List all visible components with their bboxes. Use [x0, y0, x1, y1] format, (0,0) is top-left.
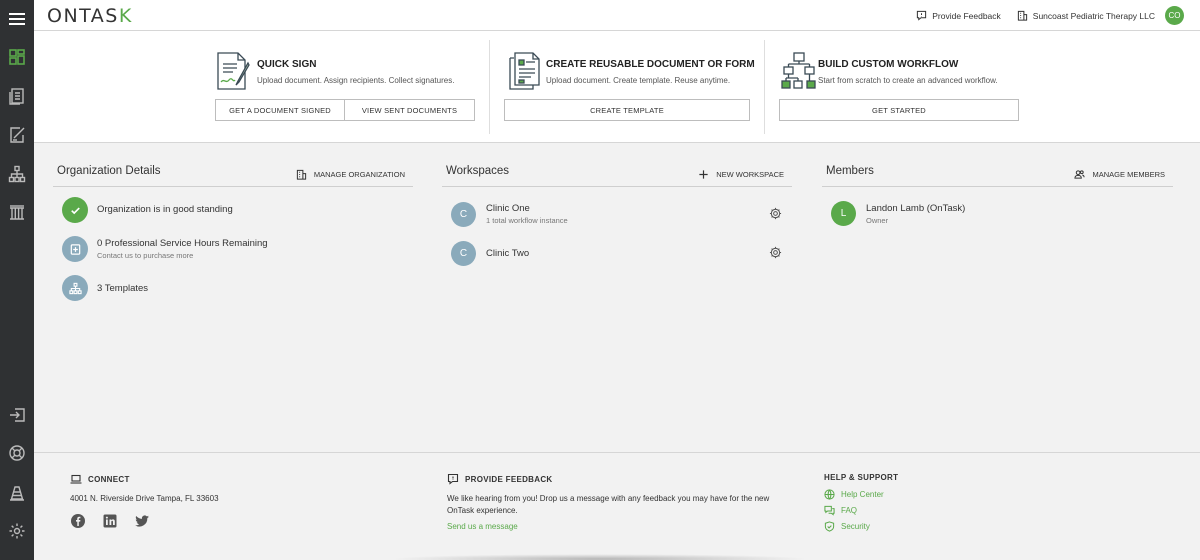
hamburger-menu-icon[interactable] [0, 4, 34, 34]
reusable-document-title: CREATE REUSABLE DOCUMENT OR FORM [546, 59, 755, 70]
members-header: Members MANAGE MEMBERS [822, 165, 1173, 187]
settings-gear-icon[interactable] [0, 516, 34, 546]
workflow-hierarchy-icon[interactable] [0, 159, 34, 189]
check-icon [62, 197, 88, 223]
members-heading: Members [826, 165, 874, 177]
ontask-logo[interactable]: ONTASK [47, 5, 133, 27]
custom-workflow-subtitle: Start from scratch to create an advanced… [818, 76, 998, 85]
twitter-icon[interactable] [134, 513, 150, 529]
workspace-row-clinic-one[interactable]: C Clinic One 1 total workflow instance [451, 201, 786, 227]
reusable-document-card: CREATE REUSABLE DOCUMENT OR FORM Upload … [506, 51, 766, 143]
bottom-shadow [390, 554, 810, 560]
feedback-text: We like hearing from you! Drop us a mess… [447, 494, 770, 515]
member-row[interactable]: L Landon Lamb (OnTask) Owner [831, 201, 965, 226]
medical-plus-icon [62, 236, 88, 262]
document-sign-icon [217, 52, 250, 90]
shield-icon [824, 521, 835, 532]
member-name: Landon Lamb (OnTask) [866, 202, 966, 214]
service-hours-text: 0 Professional Service Hours Remaining [97, 238, 268, 249]
organization-details-header: Organization Details MANAGE ORGANIZATION [53, 165, 413, 187]
workspace-instances: 1 total workflow instance [486, 216, 568, 225]
workspaces-heading: Workspaces [446, 165, 510, 177]
plus-icon [699, 170, 708, 179]
documents-icon[interactable] [0, 81, 34, 111]
manage-organization-label: MANAGE ORGANIZATION [313, 170, 405, 179]
laptop-icon [70, 474, 82, 484]
faq-link[interactable]: FAQ [824, 505, 1024, 516]
linkedin-icon[interactable] [102, 513, 118, 529]
feedback-chat-icon [917, 10, 927, 21]
workspace-avatar: C [451, 240, 476, 266]
feedback-heading: PROVIDE FEEDBACK [465, 474, 553, 484]
service-hours-subtext: Contact us to purchase more [97, 251, 194, 260]
help-center-link[interactable]: Help Center [824, 489, 1024, 500]
provide-feedback-button[interactable]: Provide Feedback [916, 10, 1001, 21]
divider [489, 40, 490, 134]
facebook-icon[interactable] [70, 513, 86, 529]
get-started-button[interactable]: GET STARTED [779, 99, 1019, 121]
organization-details-heading: Organization Details [57, 165, 161, 177]
organization-name: Suncoast Pediatric Therapy LLC [1032, 10, 1155, 21]
view-sent-documents-button[interactable]: VIEW SENT DOCUMENTS [344, 99, 475, 121]
sign-out-icon[interactable] [0, 400, 34, 430]
security-link[interactable]: Security [824, 521, 1024, 532]
quick-actions-panel: QUICK SIGN Upload document. Assign recip… [34, 31, 1200, 143]
manage-members-label: MANAGE MEMBERS [1092, 170, 1165, 179]
workspace-name: Clinic Two [486, 247, 530, 259]
workspace-name: Clinic One [486, 203, 530, 214]
dashboard-icon[interactable] [0, 42, 34, 72]
quick-sign-title: QUICK SIGN [257, 59, 317, 70]
faq-chat-icon [824, 505, 835, 516]
member-role: Owner [866, 215, 889, 225]
workspace-settings-gear-icon[interactable] [769, 207, 782, 220]
templates-count-item: 3 Templates [62, 275, 148, 301]
new-workspace-button[interactable]: NEW WORKSPACE [698, 169, 784, 180]
get-document-signed-button[interactable]: GET A DOCUMENT SIGNED [215, 99, 345, 121]
help-support-heading: HELP & SUPPORT [824, 473, 899, 482]
footer: CONNECT 4001 N. Riverside Drive Tampa, F… [34, 452, 1200, 560]
organization-status-item: Organization is in good standing [62, 197, 233, 223]
organization-columns-icon[interactable] [0, 197, 34, 227]
quick-sign-subtitle: Upload document. Assign recipients. Coll… [257, 76, 455, 85]
building-icon [1017, 10, 1027, 21]
footer-connect: CONNECT 4001 N. Riverside Drive Tampa, F… [70, 473, 370, 529]
users-icon [1074, 170, 1086, 179]
top-bar: ONTASK Provide Feedback Suncoast Pediatr… [34, 0, 1200, 31]
hierarchy-icon [62, 275, 88, 301]
workflow-icon [781, 52, 816, 89]
manage-organization-button[interactable]: MANAGE ORGANIZATION [296, 169, 405, 180]
support-lifebuoy-icon[interactable] [0, 438, 34, 468]
templates-count-text: 3 Templates [97, 283, 149, 294]
workspace-settings-gear-icon[interactable] [769, 246, 782, 259]
member-avatar: L [831, 201, 856, 226]
footer-help: HELP & SUPPORT Help Center FAQ Security [824, 473, 1024, 532]
custom-workflow-card: BUILD CUSTOM WORKFLOW Start from scratch… [781, 51, 1041, 143]
building-icon [296, 169, 307, 180]
footer-feedback: PROVIDE FEEDBACK We like hearing from yo… [447, 473, 787, 531]
connect-heading: CONNECT [88, 474, 130, 484]
quick-sign-card: QUICK SIGN Upload document. Assign recip… [215, 51, 480, 143]
feedback-label: Provide Feedback [932, 10, 1001, 21]
sign-document-icon[interactable] [0, 120, 34, 150]
workspace-avatar: C [451, 201, 476, 227]
workspaces-header: Workspaces NEW WORKSPACE [442, 165, 792, 187]
office-address: 4001 N. Riverside Drive Tampa, FL 33603 [70, 494, 219, 503]
manage-members-button[interactable]: MANAGE MEMBERS [1074, 169, 1165, 180]
create-template-button[interactable]: CREATE TEMPLATE [504, 99, 750, 121]
left-nav-rail [0, 0, 34, 560]
template-document-icon [509, 52, 540, 90]
feedback-chat-icon [447, 473, 459, 485]
service-hours-item: 0 Professional Service Hours Remaining C… [62, 236, 268, 262]
traffic-cone-icon[interactable] [0, 478, 34, 508]
divider [764, 40, 765, 134]
user-avatar[interactable]: CO [1165, 6, 1184, 25]
workspace-row-clinic-two[interactable]: C Clinic Two [451, 240, 786, 266]
reusable-document-subtitle: Upload document. Create template. Reuse … [546, 76, 731, 85]
custom-workflow-title: BUILD CUSTOM WORKFLOW [818, 59, 959, 70]
new-workspace-label: NEW WORKSPACE [716, 170, 784, 179]
org-status-text: Organization is in good standing [97, 204, 233, 215]
globe-icon [824, 489, 835, 500]
organization-switcher[interactable]: Suncoast Pediatric Therapy LLC [1017, 10, 1155, 21]
send-message-link[interactable]: Send us a message [447, 522, 787, 531]
